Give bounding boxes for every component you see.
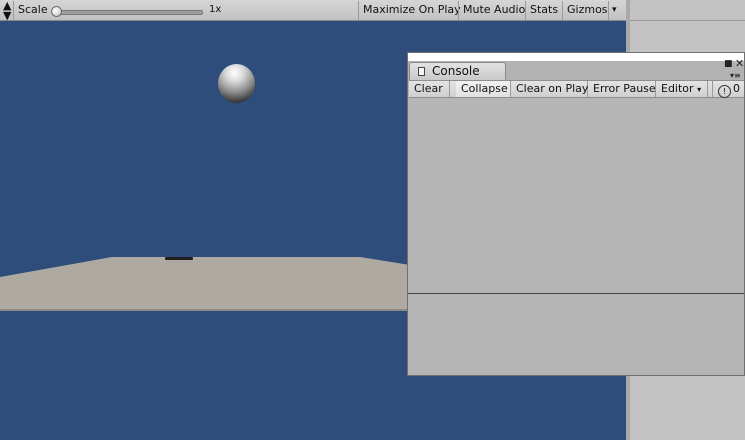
toolbar-separator (608, 1, 609, 20)
warning-icon: ! (718, 85, 731, 98)
console-title-bar[interactable] (408, 53, 744, 61)
editor-dropdown[interactable]: Editor ▾ (656, 81, 708, 97)
console-toolbar: Clear Collapse Clear on Play Error Pause… (409, 80, 744, 98)
editor-dropdown-arrow-icon: ▾ (697, 85, 702, 94)
console-tab-label: Console (432, 64, 480, 78)
console-detail-pane[interactable] (409, 294, 744, 374)
toolbar-separator (562, 1, 563, 20)
close-window-icon[interactable]: ✕ (735, 58, 744, 69)
warning-count-toggle[interactable]: ! 0 (712, 81, 744, 98)
collapse-toggle[interactable]: Collapse (456, 81, 511, 97)
warning-count: 0 (733, 82, 740, 95)
scale-label: Scale (18, 3, 48, 16)
console-log-list[interactable] (409, 98, 744, 293)
gizmos-dropdown[interactable]: Gizmos (567, 0, 608, 20)
updown-arrows-icon[interactable]: ▲ ▼ (3, 0, 11, 21)
clear-on-play-toggle[interactable]: Clear on Play (511, 81, 588, 97)
pane-options-menu-icon[interactable]: ▾≡ (730, 71, 741, 80)
scale-value: 1x (209, 4, 222, 15)
game-view-toolbar: ▲ ▼ Scale 1x Maximize On Play Mute Audio … (0, 0, 626, 21)
mute-audio-toggle[interactable]: Mute Audio (463, 0, 525, 20)
console-document-icon (418, 67, 425, 76)
toolbar-separator (458, 1, 459, 20)
console-window: Console ■ ✕ ▾≡ Clear Collapse Clear on P… (407, 52, 745, 376)
clear-button[interactable]: Clear (409, 81, 450, 97)
sphere-object (218, 64, 255, 103)
side-panel-divider (630, 20, 745, 21)
scale-slider-thumb[interactable] (51, 6, 62, 17)
gizmos-dropdown-arrow-icon[interactable]: ▾ (612, 0, 617, 20)
stats-toggle[interactable]: Stats (530, 0, 558, 20)
maximize-window-icon[interactable]: ■ (724, 60, 733, 69)
editor-dropdown-label: Editor (661, 82, 694, 95)
toolbar-separator (525, 1, 526, 20)
scale-slider-track[interactable] (55, 10, 203, 15)
tab-console[interactable]: Console (409, 62, 506, 80)
toolbar-separator (358, 1, 359, 20)
error-pause-toggle[interactable]: Error Pause (588, 81, 656, 97)
toolbar-separator (13, 1, 14, 20)
object-shadow (165, 257, 193, 260)
maximize-on-play-toggle[interactable]: Maximize On Play (363, 0, 461, 20)
